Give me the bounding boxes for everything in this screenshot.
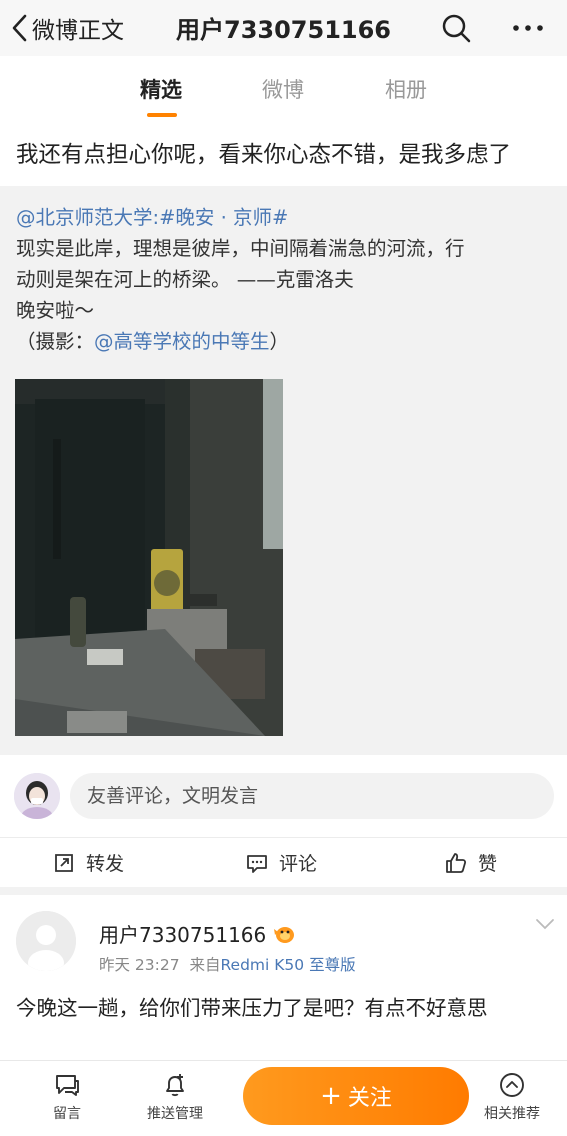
search-icon[interactable] bbox=[440, 12, 472, 44]
plus-icon: + bbox=[320, 1081, 342, 1111]
message-icon bbox=[56, 1075, 79, 1096]
post-text: 我还有点担心你呢，看来你心态不错，是我多虑了 bbox=[16, 142, 512, 168]
tab-album[interactable]: 相册 bbox=[385, 74, 427, 104]
tab-bar: 精选 微博 相册 bbox=[0, 56, 567, 118]
bell-icon bbox=[166, 1074, 184, 1097]
related-icon bbox=[500, 1073, 524, 1097]
repost-icon bbox=[55, 853, 73, 872]
like-button[interactable]: 赞 bbox=[444, 849, 497, 876]
message-button[interactable]: 留言 bbox=[27, 1071, 107, 1123]
my-avatar[interactable] bbox=[14, 773, 60, 819]
comment-label: 评论 bbox=[279, 853, 318, 875]
comment-time: 昨天 23:27 bbox=[99, 956, 180, 974]
device-link[interactable]: Redmi K50 至尊版 bbox=[220, 956, 355, 974]
original-text-line: 动则是架在河上的桥梁。 ——克雷洛夫 bbox=[16, 268, 354, 291]
follow-label: 关注 bbox=[347, 1086, 392, 1111]
chevron-down-icon[interactable] bbox=[534, 915, 556, 933]
like-label: 赞 bbox=[478, 853, 498, 875]
commenter-avatar[interactable] bbox=[16, 911, 76, 971]
related-label: 相关推荐 bbox=[484, 1106, 540, 1122]
photographer-link[interactable]: @高等学校的中等生 bbox=[94, 330, 270, 353]
more-icon[interactable] bbox=[510, 12, 546, 44]
bottom-bar: 留言 推送管理 + 关注 相关推荐 bbox=[0, 1060, 567, 1136]
push-settings-button[interactable]: 推送管理 bbox=[135, 1071, 215, 1123]
original-post[interactable]: @北京师范大学:#晚安 · 京师# 现实是此岸，理想是彼岸，中间隔着湍急的河流，… bbox=[0, 186, 567, 755]
comment-icon bbox=[247, 854, 267, 873]
fan-badge-icon bbox=[274, 926, 295, 943]
push-label: 推送管理 bbox=[147, 1106, 203, 1122]
repost-label: 转发 bbox=[86, 853, 125, 875]
comment-item[interactable]: 用户7330751166 昨天 23:27 来自Redmi K50 至尊版 今晚… bbox=[0, 895, 567, 1060]
action-bar: 转发 评论 赞 bbox=[0, 837, 567, 887]
comment-input[interactable] bbox=[70, 773, 554, 819]
thumbs-up-icon bbox=[446, 852, 467, 873]
comment-button[interactable]: 评论 bbox=[245, 849, 317, 876]
section-divider bbox=[0, 887, 567, 895]
repost-button[interactable]: 转发 bbox=[52, 849, 124, 876]
source-prefix: 来自 bbox=[189, 956, 221, 974]
hashtag-link[interactable]: #晚安 · 京师# bbox=[159, 206, 288, 229]
original-text-line: 现实是此岸，理想是彼岸，中间隔着湍急的河流，行 bbox=[16, 237, 465, 260]
follow-button[interactable]: + 关注 bbox=[243, 1067, 469, 1125]
active-tab-indicator bbox=[147, 113, 177, 117]
post-photo[interactable] bbox=[15, 379, 283, 736]
tab-featured[interactable]: 精选 bbox=[140, 74, 182, 104]
related-button[interactable]: 相关推荐 bbox=[472, 1071, 552, 1123]
top-nav-bar: 微博正文 用户7330751166 bbox=[0, 0, 567, 56]
mention-link[interactable]: @北京师范大学 bbox=[16, 206, 153, 229]
commenter-name[interactable]: 用户7330751166 bbox=[99, 919, 266, 948]
credit-prefix: （摄影： bbox=[16, 330, 95, 353]
credit-suffix: ） bbox=[269, 330, 290, 353]
tab-weibo[interactable]: 微博 bbox=[262, 74, 304, 104]
comment-input-row bbox=[0, 755, 567, 837]
comment-text: 今晚这一趟，给你们带来压力了是吧？有点不好意思 bbox=[16, 996, 488, 1020]
original-text-line: 晚安啦～ bbox=[16, 299, 95, 322]
comment-meta: 昨天 23:27 来自Redmi K50 至尊版 bbox=[99, 953, 356, 975]
message-label: 留言 bbox=[53, 1106, 81, 1122]
page-title: 用户7330751166 bbox=[176, 16, 391, 44]
